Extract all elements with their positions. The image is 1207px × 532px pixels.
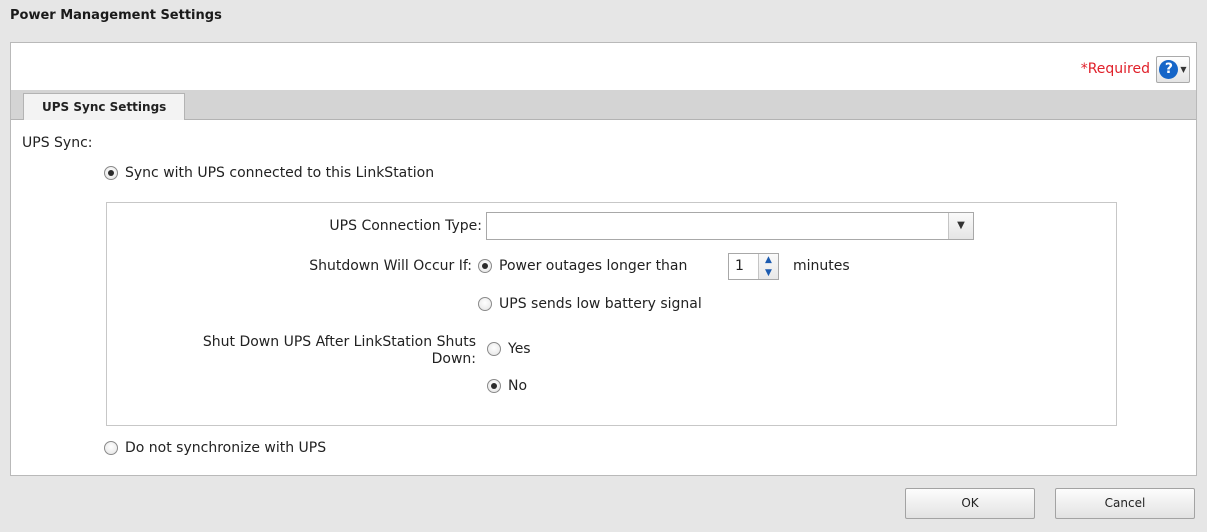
connection-type-label: UPS Connection Type:: [329, 218, 482, 234]
tab-ups-sync-settings[interactable]: UPS Sync Settings: [23, 93, 186, 121]
chevron-down-icon[interactable]: ▼: [948, 213, 973, 239]
shutdown-ups-label-line2: Down:: [431, 351, 476, 367]
connection-type-select[interactable]: ▼: [486, 212, 974, 240]
required-row: *Required ? ▼: [1081, 55, 1190, 83]
minutes-stepper[interactable]: 1 ▲ ▼: [728, 253, 779, 280]
shutdown-ups-no-label: No: [508, 378, 528, 394]
no-sync-option[interactable]: Do not synchronize with UPS: [104, 440, 326, 456]
no-sync-label: Do not synchronize with UPS: [125, 440, 327, 456]
help-button[interactable]: ? ▼: [1156, 55, 1190, 83]
chevron-down-icon[interactable]: ▼: [759, 267, 778, 280]
shutdown-ups-yes-radio[interactable]: [487, 342, 501, 356]
low-battery-label: UPS sends low battery signal: [499, 296, 702, 312]
shutdown-ups-label: Shut Down UPS After LinkStation Shuts Do…: [107, 334, 476, 368]
chevron-down-icon: ▼: [1180, 64, 1187, 74]
shutdown-ups-no-radio[interactable]: [487, 379, 501, 393]
shutdown-ups-yes-option[interactable]: Yes: [487, 341, 531, 357]
content-panel: *Required ? ▼ UPS Sync Settings UPS Sync…: [10, 42, 1197, 476]
minutes-value[interactable]: 1: [729, 254, 758, 279]
sync-with-ups-option[interactable]: Sync with UPS connected to this LinkStat…: [104, 165, 434, 181]
required-label: *Required: [1080, 61, 1150, 77]
low-battery-option[interactable]: UPS sends low battery signal: [478, 296, 702, 312]
chevron-up-icon[interactable]: ▲: [759, 254, 778, 267]
ok-button[interactable]: OK: [905, 488, 1035, 519]
ups-sync-settings-box: UPS Connection Type: ▼ Shutdown Will Occ…: [106, 202, 1117, 426]
no-sync-radio[interactable]: [104, 441, 118, 455]
tab-body: UPS Sync: Sync with UPS connected to thi…: [11, 120, 1196, 475]
stepper-buttons: ▲ ▼: [758, 254, 778, 279]
shutdown-ups-label-line1: Shut Down UPS After LinkStation Shuts: [202, 334, 476, 350]
low-battery-radio[interactable]: [478, 297, 492, 311]
minutes-unit: minutes: [793, 258, 850, 274]
sync-with-ups-radio[interactable]: [104, 166, 118, 180]
power-outage-option[interactable]: Power outages longer than: [478, 258, 687, 274]
sync-with-ups-label: Sync with UPS connected to this LinkStat…: [125, 165, 435, 181]
help-icon: ?: [1159, 59, 1179, 79]
tab-strip: UPS Sync Settings: [11, 90, 1196, 121]
dialog-title: Power Management Settings: [10, 8, 222, 23]
cancel-button[interactable]: Cancel: [1055, 488, 1195, 519]
shutdown-condition-label: Shutdown Will Occur If:: [309, 258, 472, 274]
shutdown-ups-no-option[interactable]: No: [487, 378, 527, 394]
ups-sync-label: UPS Sync:: [22, 135, 93, 151]
power-outage-label: Power outages longer than: [499, 258, 688, 274]
shutdown-ups-yes-label: Yes: [508, 341, 531, 357]
dialog-footer: OK Cancel: [0, 476, 1207, 532]
power-outage-radio[interactable]: [478, 259, 492, 273]
